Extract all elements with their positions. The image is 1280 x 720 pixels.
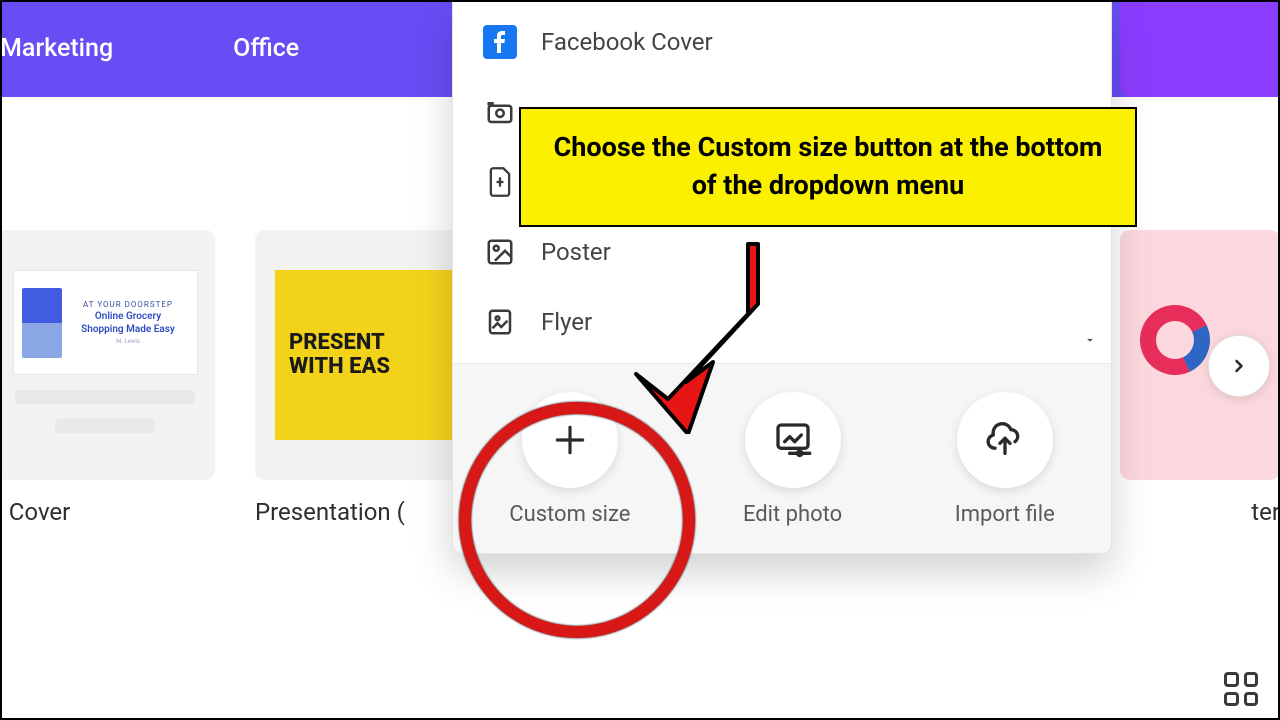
footer-btn-label: Edit photo <box>743 502 842 527</box>
dropdown-item-flyer[interactable]: Flyer <box>453 287 1111 357</box>
facebook-icon <box>483 25 517 59</box>
dropdown-item-label: Flyer <box>541 308 592 336</box>
dropdown-item-facebook-cover[interactable]: Facebook Cover <box>453 7 1111 77</box>
template-card-cover[interactable]: AT YOUR DOORSTEP Online Grocery Shopping… <box>0 230 215 560</box>
template-label: t Cover <box>0 498 215 526</box>
nav-office[interactable]: Office <box>233 34 299 63</box>
camera-icon <box>483 95 517 129</box>
dropdown-footer: Custom size Edit photo Import file <box>453 363 1111 553</box>
template-card-poster[interactable]: ter <box>1120 230 1280 560</box>
import-file-button[interactable]: Import file <box>955 392 1055 527</box>
thumb-text: AT YOUR DOORSTEP <box>68 300 189 309</box>
create-design-button[interactable] <box>1120 0 1280 97</box>
thumb-text: M. Lewis <box>68 338 189 345</box>
edit-photo-button[interactable]: Edit photo <box>743 392 842 527</box>
flyer-icon <box>483 305 517 339</box>
plus-icon <box>551 421 589 459</box>
cloud-upload-icon <box>985 420 1025 460</box>
thumb-text: Shopping Made Easy <box>68 324 189 335</box>
carousel-next-button[interactable] <box>1208 335 1270 397</box>
template-label: ter <box>1120 498 1280 526</box>
dropdown-item-label: Poster <box>541 238 611 266</box>
dropdown-item-label: Facebook Cover <box>541 28 713 56</box>
template-thumb: AT YOUR DOORSTEP Online Grocery Shopping… <box>0 230 215 480</box>
thumb-text: WITH EAS <box>289 355 390 379</box>
apps-grid-icon[interactable] <box>1224 672 1258 706</box>
image-edit-icon <box>773 420 813 460</box>
design-type-dropdown: Facebook Cover Poster Flyer <box>452 0 1112 554</box>
callout-text: Choose the Custom size button at the bot… <box>554 131 1103 201</box>
chevron-down-icon <box>1083 332 1097 351</box>
image-icon <box>483 235 517 269</box>
footer-btn-label: Import file <box>955 502 1055 527</box>
nav-marketing[interactable]: Marketing <box>0 34 113 63</box>
document-icon <box>483 165 517 199</box>
chevron-right-icon <box>1229 356 1249 376</box>
thumb-text: PRESENT <box>289 331 390 355</box>
dropdown-item-poster[interactable]: Poster <box>453 217 1111 287</box>
thumb-text: Online Grocery <box>68 311 189 322</box>
footer-btn-label: Custom size <box>509 502 630 527</box>
custom-size-button[interactable]: Custom size <box>509 392 630 527</box>
annotation-callout: Choose the Custom size button at the bot… <box>519 107 1137 227</box>
